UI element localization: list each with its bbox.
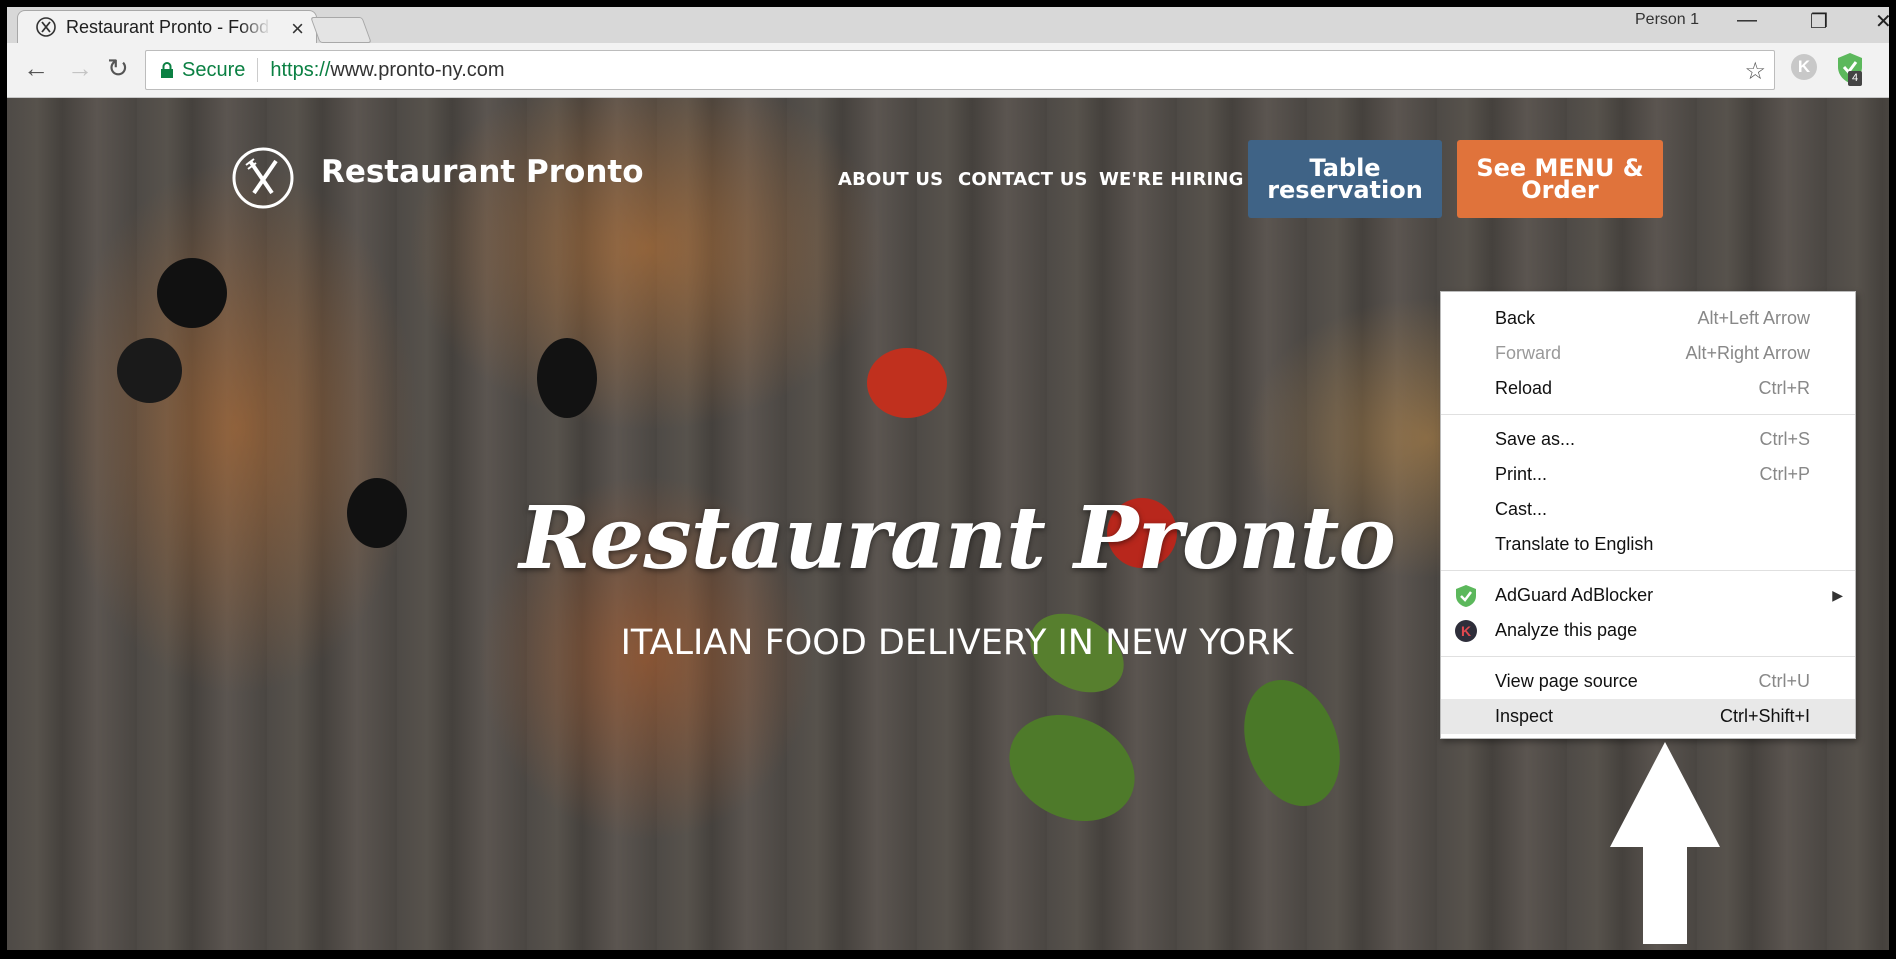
bookmark-star-icon[interactable]: ☆ — [1744, 57, 1766, 86]
olive-decoration — [537, 338, 597, 418]
olive-decoration — [157, 258, 227, 328]
menu-separator — [1441, 570, 1855, 571]
adguard-shield-icon — [1454, 584, 1478, 608]
nav-about-us[interactable]: ABOUT US — [838, 169, 943, 190]
hero-title: Restaurant Pronto — [519, 488, 1396, 589]
forward-arrow-icon[interactable]: → — [67, 55, 93, 81]
minimize-icon[interactable]: — — [1737, 9, 1757, 32]
menu-item-forward[interactable]: Forward Alt+Right Arrow — [1441, 336, 1855, 371]
tab-title: Restaurant Pronto - Food — [66, 16, 270, 37]
menu-item-print[interactable]: Print... Ctrl+P — [1441, 457, 1855, 492]
menu-item-analyze[interactable]: K Analyze this page — [1441, 613, 1855, 648]
menu-item-back[interactable]: Back Alt+Left Arrow — [1441, 301, 1855, 336]
nav-were-hiring[interactable]: WE'RE HIRING — [1099, 169, 1244, 190]
tomato-decoration — [867, 348, 947, 418]
context-menu: Back Alt+Left Arrow Forward Alt+Right Ar… — [1440, 291, 1856, 739]
see-menu-order-button[interactable]: See MENU & Order — [1457, 140, 1663, 218]
menu-item-inspect[interactable]: Inspect Ctrl+Shift+I — [1441, 699, 1855, 734]
brand-name[interactable]: Restaurant Pronto — [321, 154, 644, 190]
menu-item-view-source[interactable]: View page source Ctrl+U — [1441, 664, 1855, 699]
close-window-icon[interactable]: ✕ — [1875, 9, 1889, 34]
restore-icon[interactable]: ❐ — [1810, 9, 1828, 34]
annotation-up-arrow-icon — [1610, 742, 1720, 944]
kaspersky-extension-icon[interactable]: K — [1791, 54, 1817, 80]
hero-subtitle: ITALIAN FOOD DELIVERY IN NEW YORK — [620, 623, 1294, 663]
new-tab-button[interactable] — [310, 17, 372, 43]
nav-contact-us[interactable]: CONTACT US — [958, 169, 1088, 190]
tab-close-icon[interactable]: × — [291, 16, 304, 42]
menu-item-save-as[interactable]: Save as... Ctrl+S — [1441, 422, 1855, 457]
svg-text:K: K — [1461, 623, 1471, 639]
menu-item-translate[interactable]: Translate to English — [1441, 527, 1855, 562]
basil-leaf-decoration — [991, 695, 1153, 841]
restaurant-favicon-icon — [36, 17, 56, 37]
tab-active[interactable]: Restaurant Pronto - Food × — [17, 10, 317, 43]
table-reservation-button[interactable]: Table reservation — [1248, 140, 1442, 218]
menu-item-cast[interactable]: Cast... — [1441, 492, 1855, 527]
secure-label: Secure — [182, 58, 246, 81]
extension-badge: 4 — [1848, 71, 1863, 86]
back-arrow-icon[interactable]: ← — [23, 55, 49, 81]
browser-toolbar: ← → ↻ Secure https://www.pronto-ny.com ☆… — [7, 43, 1889, 98]
title-bar: Restaurant Pronto - Food × Person 1 — ❐ … — [7, 7, 1889, 43]
reload-icon[interactable]: ↻ — [107, 55, 129, 81]
menu-separator — [1441, 656, 1855, 657]
browser-menu-icon[interactable]: ⋮ — [1881, 45, 1889, 69]
url-text[interactable]: https://www.pronto-ny.com — [270, 59, 504, 82]
menu-item-adguard[interactable]: AdGuard AdBlocker ▶ — [1441, 578, 1855, 613]
submenu-arrow-icon: ▶ — [1832, 587, 1843, 603]
kaspersky-k-icon: K — [1454, 619, 1478, 643]
menu-separator — [1441, 414, 1855, 415]
olive-decoration — [117, 338, 182, 403]
browser-window: Restaurant Pronto - Food × Person 1 — ❐ … — [7, 7, 1889, 950]
profile-name[interactable]: Person 1 — [1635, 11, 1699, 29]
basil-leaf-decoration — [1227, 666, 1357, 820]
restaurant-logo-icon[interactable] — [232, 147, 294, 209]
address-separator — [257, 58, 259, 82]
address-bar[interactable]: Secure https://www.pronto-ny.com ☆ — [145, 50, 1775, 90]
menu-item-reload[interactable]: Reload Ctrl+R — [1441, 371, 1855, 406]
lock-icon — [160, 62, 174, 78]
